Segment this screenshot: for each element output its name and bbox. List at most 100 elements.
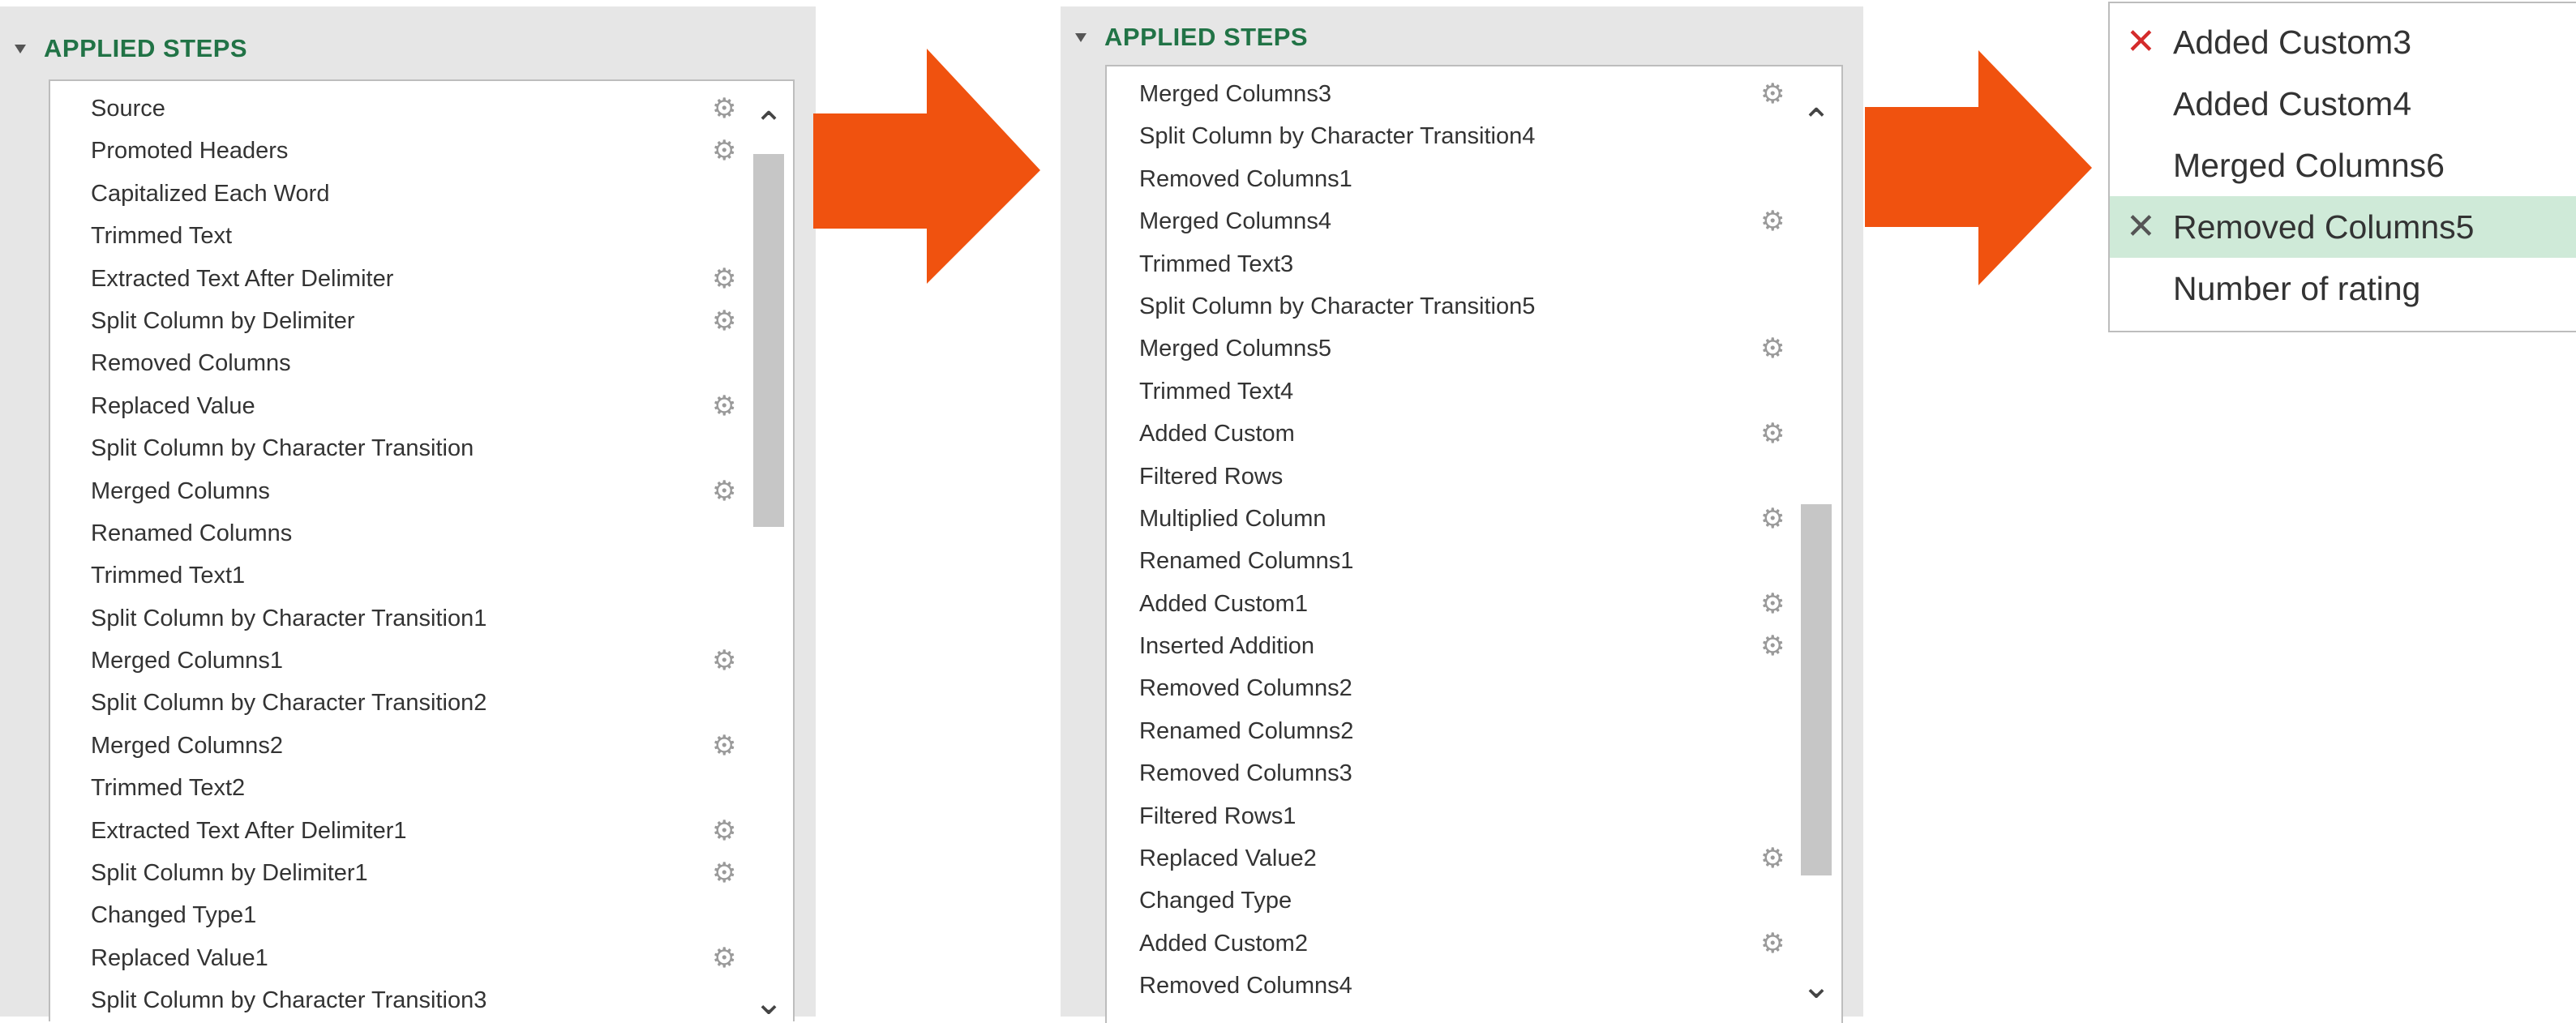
gear-icon[interactable]: ⚙ bbox=[712, 640, 736, 682]
vertical-scrollbar[interactable]: ⌃ ⌄ bbox=[1793, 66, 1840, 1023]
applied-step[interactable]: Capitalized Each Word bbox=[50, 173, 739, 215]
gear-icon[interactable]: ⚙ bbox=[712, 725, 736, 767]
gear-icon[interactable]: ⚙ bbox=[712, 130, 736, 172]
gear-icon[interactable]: ⚙ bbox=[1760, 73, 1785, 115]
applied-step[interactable]: Merged Columns3 ⚙ bbox=[1107, 73, 1788, 115]
applied-step[interactable]: Renamed Columns1 bbox=[1107, 540, 1788, 582]
menu-item[interactable]: Added Custom4 bbox=[2110, 73, 2576, 135]
applied-step[interactable]: Split Column by Character Transition1 bbox=[50, 597, 739, 640]
applied-step[interactable]: Replaced Value2 ⚙ bbox=[1107, 837, 1788, 880]
gear-icon[interactable]: ⚙ bbox=[1760, 837, 1785, 880]
applied-step[interactable]: Replaced Value1 ⚙ bbox=[50, 937, 739, 979]
applied-step-label: Replaced Value bbox=[91, 392, 255, 419]
gear-icon[interactable]: ⚙ bbox=[712, 810, 736, 852]
menu-item[interactable]: ✕ Added Custom3 bbox=[2110, 11, 2576, 73]
chevron-up-icon[interactable]: ⌃ bbox=[745, 105, 792, 146]
applied-step[interactable]: Removed Columns3 bbox=[1107, 752, 1788, 794]
applied-steps-header[interactable]: APPLIED STEPS bbox=[1075, 23, 1308, 52]
gear-icon[interactable]: ⚙ bbox=[1760, 922, 1785, 965]
applied-step[interactable]: Changed Type1 bbox=[50, 894, 739, 936]
applied-step[interactable]: Inserted Addition ⚙ bbox=[1107, 625, 1788, 667]
delete-x-icon[interactable]: ✕ bbox=[2126, 196, 2156, 258]
applied-step[interactable]: Renamed Columns bbox=[50, 512, 739, 554]
applied-steps-header[interactable]: APPLIED STEPS bbox=[15, 34, 247, 63]
gear-icon[interactable]: ⚙ bbox=[1760, 327, 1785, 370]
gear-icon[interactable]: ⚙ bbox=[712, 470, 736, 512]
chevron-down-icon[interactable]: ⌄ bbox=[1793, 966, 1840, 1007]
applied-step[interactable]: Merged Columns1 ⚙ bbox=[50, 640, 739, 682]
applied-step[interactable]: Source ⚙ bbox=[50, 88, 739, 130]
gear-icon[interactable]: ⚙ bbox=[1760, 413, 1785, 455]
applied-step[interactable]: Replaced Value ⚙ bbox=[50, 385, 739, 427]
chevron-up-icon[interactable]: ⌃ bbox=[1793, 102, 1840, 143]
applied-step[interactable]: Added Custom1 ⚙ bbox=[1107, 583, 1788, 625]
applied-step[interactable]: Trimmed Text bbox=[50, 215, 739, 257]
applied-step-label: Removed Columns bbox=[91, 350, 291, 377]
applied-steps-list: Source ⚙ Promoted Headers ⚙ Capitalized Each… bbox=[49, 79, 795, 1021]
scrollbar-thumb[interactable] bbox=[753, 154, 784, 527]
applied-step[interactable]: Multiplied Column ⚙ bbox=[1107, 498, 1788, 540]
applied-step-label: Renamed Columns2 bbox=[1139, 717, 1354, 744]
applied-step[interactable]: Filtered Rows bbox=[1107, 456, 1788, 498]
applied-step[interactable]: Trimmed Text2 bbox=[50, 767, 739, 809]
gear-icon[interactable]: ⚙ bbox=[1760, 625, 1785, 667]
menu-item[interactable]: Merged Columns6 bbox=[2110, 135, 2576, 196]
applied-step[interactable]: Merged Columns5 ⚙ bbox=[1107, 327, 1788, 370]
gear-icon[interactable]: ⚙ bbox=[1760, 498, 1785, 540]
applied-step[interactable]: Trimmed Text3 bbox=[1107, 243, 1788, 285]
gear-icon[interactable]: ⚙ bbox=[1760, 200, 1785, 242]
applied-step[interactable]: Trimmed Text1 bbox=[50, 554, 739, 597]
applied-step-label: Split Column by Character Transition5 bbox=[1139, 293, 1536, 319]
applied-step[interactable]: Removed Columns bbox=[50, 342, 739, 384]
chevron-down-icon[interactable]: ⌄ bbox=[745, 982, 792, 1021]
applied-step[interactable]: Merged Columns ⚙ bbox=[50, 470, 739, 512]
applied-step-label: Added Custom1 bbox=[1139, 590, 1308, 617]
applied-step[interactable]: Split Column by Delimiter1 ⚙ bbox=[50, 852, 739, 894]
applied-step[interactable]: Renamed Columns2 bbox=[1107, 710, 1788, 752]
applied-step-label: Split Column by Delimiter1 bbox=[91, 860, 368, 887]
arrow-right-icon bbox=[1865, 50, 2092, 285]
applied-steps-panel-1: APPLIED STEPS Source ⚙ Promoted Headers ⚙ Ca… bbox=[0, 6, 816, 1021]
applied-step[interactable]: Extracted Text After Delimiter ⚙ bbox=[50, 258, 739, 300]
applied-step[interactable]: Split Column by Character Transition5 bbox=[1107, 285, 1788, 327]
applied-step[interactable]: Split Column by Character Transition bbox=[50, 427, 739, 469]
steps-menu: ✕ Added Custom3 Added Custom4 Merged Column… bbox=[2108, 2, 2576, 332]
applied-step[interactable]: Promoted Headers ⚙ bbox=[50, 130, 739, 172]
applied-step[interactable]: Added Custom ⚙ bbox=[1107, 413, 1788, 455]
gear-icon[interactable]: ⚙ bbox=[712, 88, 736, 130]
applied-step[interactable]: Merged Columns4 ⚙ bbox=[1107, 200, 1788, 242]
collapse-triangle-icon[interactable] bbox=[1075, 32, 1087, 42]
gear-icon[interactable]: ⚙ bbox=[712, 258, 736, 300]
collapse-triangle-icon[interactable] bbox=[15, 44, 26, 54]
applied-step-label: Capitalized Each Word bbox=[91, 180, 330, 207]
steps-list: Merged Columns3 ⚙ Split Column by Characte… bbox=[1107, 73, 1788, 1008]
applied-step-label: Inserted Addition bbox=[1139, 633, 1315, 660]
delete-x-icon[interactable]: ✕ bbox=[2126, 11, 2156, 73]
gear-icon[interactable]: ⚙ bbox=[712, 300, 736, 342]
applied-step[interactable]: Removed Columns2 bbox=[1107, 667, 1788, 709]
applied-step[interactable]: Merged Columns2 ⚙ bbox=[50, 725, 739, 767]
applied-step-label: Trimmed Text bbox=[91, 223, 233, 250]
applied-step[interactable]: Split Column by Character Transition3 bbox=[50, 979, 739, 1021]
applied-step[interactable]: Added Custom2 ⚙ bbox=[1107, 922, 1788, 965]
applied-step[interactable]: Removed Columns4 bbox=[1107, 965, 1788, 1007]
applied-step[interactable]: Split Column by Character Transition2 bbox=[50, 682, 739, 724]
applied-step[interactable]: Split Column by Character Transition4 bbox=[1107, 115, 1788, 157]
applied-step[interactable]: Split Column by Delimiter ⚙ bbox=[50, 300, 739, 342]
gear-icon[interactable]: ⚙ bbox=[712, 937, 736, 979]
vertical-scrollbar[interactable]: ⌃ ⌄ bbox=[745, 81, 792, 1021]
applied-step-label: Trimmed Text2 bbox=[91, 775, 246, 802]
applied-step[interactable]: Changed Type bbox=[1107, 880, 1788, 922]
applied-step-label: Merged Columns2 bbox=[91, 732, 283, 759]
applied-step[interactable]: Filtered Rows1 bbox=[1107, 795, 1788, 837]
scrollbar-thumb[interactable] bbox=[1801, 504, 1832, 875]
menu-item[interactable]: Number of rating bbox=[2110, 258, 2576, 319]
applied-step[interactable]: Removed Columns1 bbox=[1107, 158, 1788, 200]
gear-icon[interactable]: ⚙ bbox=[1760, 583, 1785, 625]
applied-step[interactable]: Trimmed Text4 bbox=[1107, 370, 1788, 413]
gear-icon[interactable]: ⚙ bbox=[712, 852, 736, 894]
menu-item[interactable]: ✕ Removed Columns5 bbox=[2110, 196, 2576, 258]
applied-step[interactable]: Extracted Text After Delimiter1 ⚙ bbox=[50, 810, 739, 852]
gear-icon[interactable]: ⚙ bbox=[712, 385, 736, 427]
applied-step-label: Trimmed Text1 bbox=[91, 563, 246, 589]
